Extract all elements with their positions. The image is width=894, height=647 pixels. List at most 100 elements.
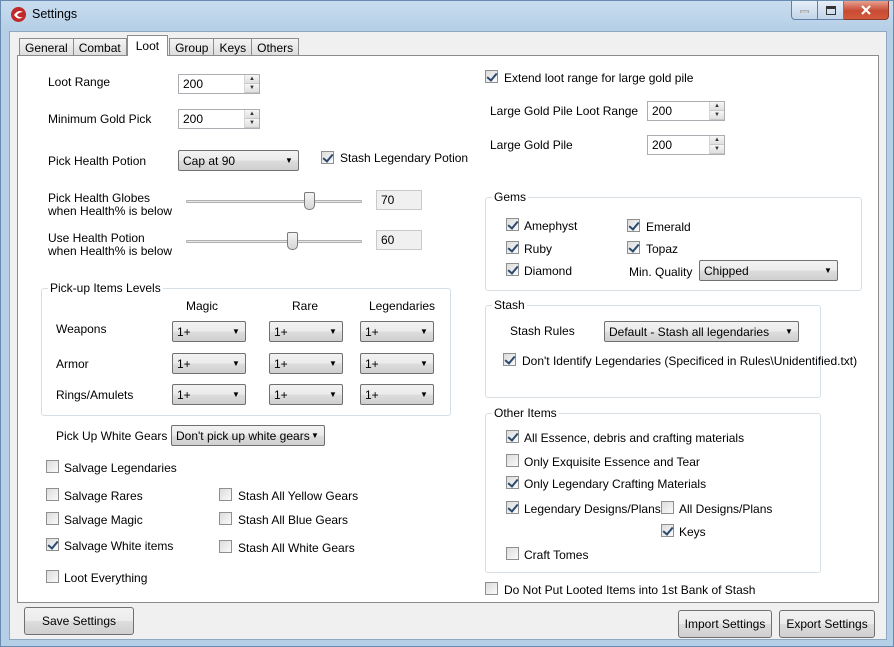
salvage-white-checkbox[interactable]	[46, 538, 59, 551]
use-potion-value: 60	[376, 230, 422, 250]
chevron-down-icon: ▼	[420, 390, 428, 399]
spin-up-icon[interactable]: ▲	[245, 110, 259, 119]
rings-rare-select[interactable]: 1+ ▼	[269, 384, 343, 405]
globes-slider[interactable]	[186, 190, 362, 212]
large-gold-pile-label: Large Gold Pile	[490, 138, 573, 152]
min-gold-label: Minimum Gold Pick	[48, 112, 152, 126]
pick-health-potion-label: Pick Health Potion	[48, 154, 147, 168]
min-quality-select[interactable]: Chipped ▼	[699, 260, 838, 281]
spin-up-icon[interactable]: ▲	[710, 102, 724, 111]
settings-window: Settings General Combat Loot Group Keys …	[0, 0, 894, 647]
spin-down-icon[interactable]: ▼	[710, 145, 724, 154]
stash-yellow-label: Stash All Yellow Gears	[238, 489, 359, 503]
spin-down-icon[interactable]: ▼	[710, 111, 724, 120]
stash-legendary-potion-checkbox[interactable]	[321, 151, 334, 164]
salvage-rares-checkbox[interactable]	[46, 488, 59, 501]
window-title: Settings	[32, 7, 78, 21]
white-gears-select[interactable]: Don't pick up white gears ▼	[171, 425, 325, 446]
globes-slider-thumb[interactable]	[304, 192, 316, 210]
tab-others[interactable]: Others	[251, 38, 300, 56]
spin-down-icon[interactable]: ▼	[245, 119, 259, 128]
weapons-magic-select[interactable]: 1+ ▼	[172, 321, 246, 342]
chevron-down-icon: ▼	[232, 359, 240, 368]
stash-blue-label: Stash All Blue Gears	[238, 513, 349, 527]
legendary-designs-checkbox[interactable]	[506, 501, 519, 514]
use-potion-slider-thumb[interactable]	[286, 232, 298, 250]
title-bar[interactable]: Settings	[1, 1, 894, 29]
stash-yellow-checkbox[interactable]	[219, 488, 232, 501]
client-area: General Combat Loot Group Keys Others Lo…	[9, 31, 887, 640]
dont-put-bank-label: Do Not Put Looted Items into 1st Bank of…	[504, 583, 756, 597]
amethyst-checkbox[interactable]	[506, 218, 519, 231]
gems-title: Gems	[492, 190, 529, 204]
essence-checkbox[interactable]	[506, 430, 519, 443]
legendary-crafting-label: Only Legendary Crafting Materials	[524, 477, 707, 491]
min-quality-label: Min. Quality	[629, 265, 693, 279]
emerald-checkbox[interactable]	[627, 219, 640, 232]
weapons-rare-select[interactable]: 1+ ▼	[269, 321, 343, 342]
tab-loot[interactable]: Loot	[126, 35, 169, 56]
export-settings-button[interactable]: Export Settings	[779, 610, 875, 638]
emerald-label: Emerald	[646, 220, 691, 234]
use-potion-slider[interactable]	[186, 230, 362, 252]
weapons-legendaries-select[interactable]: 1+ ▼	[360, 321, 434, 342]
extend-range-checkbox[interactable]	[485, 70, 498, 83]
spin-up-icon[interactable]: ▲	[245, 75, 259, 84]
import-settings-button[interactable]: Import Settings	[678, 610, 772, 638]
close-button[interactable]	[844, 1, 889, 20]
craft-tomes-checkbox[interactable]	[506, 547, 519, 560]
dont-put-bank-checkbox[interactable]	[485, 582, 498, 595]
maximize-button[interactable]	[818, 1, 844, 20]
legendary-crafting-checkbox[interactable]	[506, 476, 519, 489]
armor-rare-select[interactable]: 1+ ▼	[269, 353, 343, 374]
stash-title: Stash	[492, 298, 527, 312]
close-icon	[861, 5, 871, 15]
exquisite-label: Only Exquisite Essence and Tear	[524, 455, 700, 469]
save-settings-button[interactable]: Save Settings	[24, 607, 134, 635]
dont-identify-checkbox[interactable]	[503, 353, 516, 366]
diamond-label: Diamond	[524, 264, 573, 278]
chevron-down-icon: ▼	[311, 431, 319, 440]
armor-legendaries-select[interactable]: 1+ ▼	[360, 353, 434, 374]
spin-down-icon[interactable]: ▼	[245, 84, 259, 93]
armor-magic-select[interactable]: 1+ ▼	[172, 353, 246, 374]
stash-white-checkbox[interactable]	[219, 540, 232, 553]
exquisite-checkbox[interactable]	[506, 454, 519, 467]
all-designs-checkbox[interactable]	[661, 501, 674, 514]
salvage-rares-label: Salvage Rares	[64, 489, 143, 503]
tab-combat[interactable]: Combat	[72, 38, 127, 56]
chevron-down-icon: ▼	[232, 327, 240, 336]
tab-group[interactable]: Group	[169, 38, 215, 56]
ruby-checkbox[interactable]	[506, 241, 519, 254]
stash-blue-checkbox[interactable]	[219, 512, 232, 525]
tab-keys[interactable]: Keys	[213, 38, 253, 56]
stash-rules-select[interactable]: Default - Stash all legendaries ▼	[604, 321, 799, 342]
minimize-button[interactable]	[791, 1, 818, 20]
dont-identify-label: Don't Identify Legendaries (Specificed i…	[522, 354, 858, 368]
loot-everything-checkbox[interactable]	[46, 570, 59, 583]
white-gears-label: Pick Up White Gears	[56, 429, 168, 443]
tab-general[interactable]: General	[19, 38, 74, 56]
rings-legendaries-select[interactable]: 1+ ▼	[360, 384, 434, 405]
row-armor-label: Armor	[56, 357, 89, 371]
large-gold-range-input[interactable]: 200 ▲ ▼	[647, 101, 725, 121]
rings-magic-select[interactable]: 1+ ▼	[172, 384, 246, 405]
col-rare: Rare	[292, 299, 319, 313]
salvage-legendaries-checkbox[interactable]	[46, 460, 59, 473]
spin-up-icon[interactable]: ▲	[710, 136, 724, 145]
row-weapons-label: Weapons	[56, 322, 107, 336]
keys-checkbox[interactable]	[661, 524, 674, 537]
min-gold-input[interactable]: 200 ▲ ▼	[178, 109, 260, 129]
salvage-legendaries-label: Salvage Legendaries	[64, 461, 177, 475]
pick-health-potion-select[interactable]: Cap at 90 ▼	[178, 150, 299, 171]
diamond-checkbox[interactable]	[506, 263, 519, 276]
large-gold-range-label: Large Gold Pile Loot Range	[490, 104, 639, 118]
extend-range-label: Extend loot range for large gold pile	[504, 71, 694, 85]
loot-range-input[interactable]: 200 ▲ ▼	[178, 74, 260, 94]
large-gold-pile-input[interactable]: 200 ▲ ▼	[647, 135, 725, 155]
topaz-checkbox[interactable]	[627, 241, 640, 254]
use-potion-label-2: when Health% is below	[48, 244, 173, 258]
minimize-icon	[800, 10, 809, 13]
ruby-label: Ruby	[524, 242, 553, 256]
salvage-magic-checkbox[interactable]	[46, 512, 59, 525]
